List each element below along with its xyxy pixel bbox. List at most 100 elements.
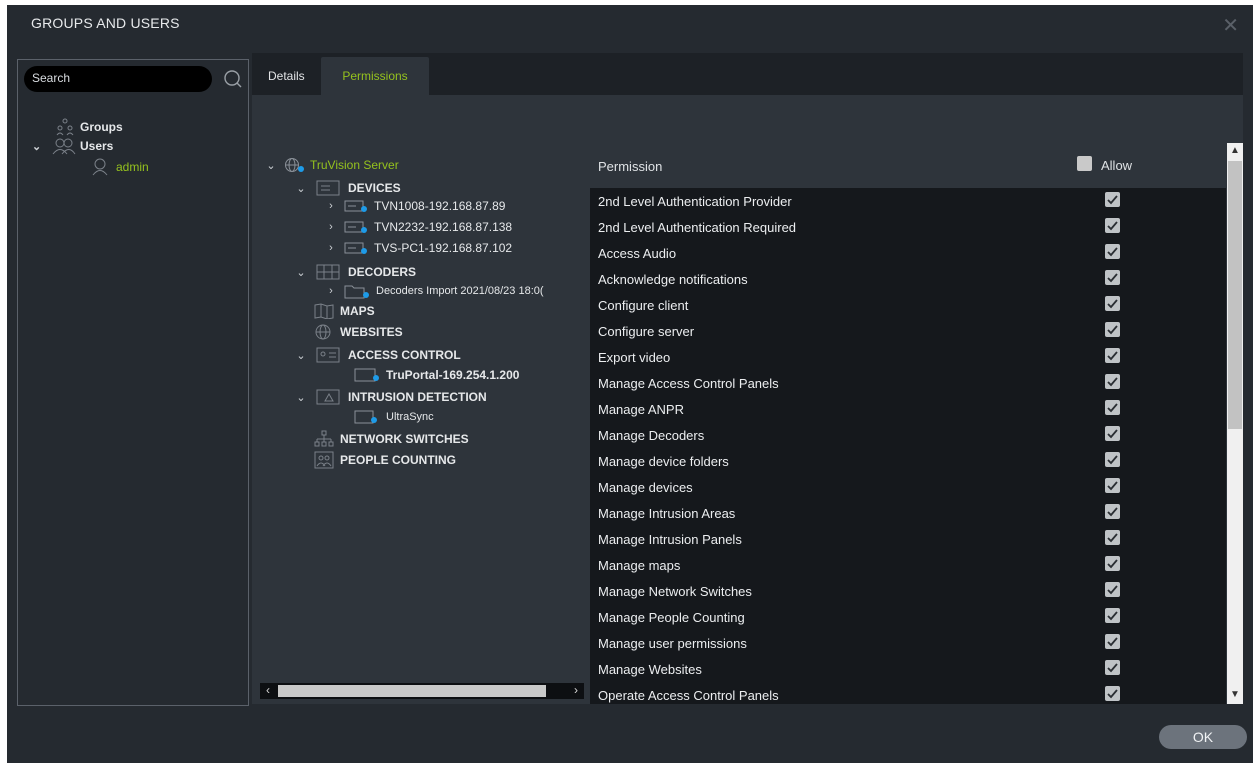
- table-vertical-scrollbar[interactable]: ▲ ▼: [1227, 143, 1243, 704]
- permission-name: Access Audio: [598, 246, 677, 261]
- tree-node-devices[interactable]: ⌄ DEVICES: [294, 179, 401, 197]
- tree-node-decoder-import[interactable]: › Decoders Import 2021/08/23 18:0(: [324, 283, 544, 299]
- ok-button[interactable]: OK: [1159, 725, 1247, 749]
- tree-item-groups[interactable]: Groups: [56, 118, 123, 136]
- table-row: Manage Intrusion Panels: [590, 526, 1226, 552]
- allow-checkbox[interactable]: [1105, 218, 1120, 233]
- groups-and-users-dialog: GROUPS AND USERS ✕ Search Groups ⌄ Users…: [7, 5, 1253, 763]
- tab-permissions[interactable]: Permissions: [321, 57, 429, 95]
- tree-node-network-switches[interactable]: NETWORK SWITCHES: [314, 430, 469, 448]
- tree-node-decoders[interactable]: ⌄ DECODERS: [294, 263, 416, 281]
- devices-folder-icon: [316, 180, 340, 196]
- allow-checkbox[interactable]: [1105, 686, 1120, 701]
- tree-node-ultrasync[interactable]: UltraSync: [354, 409, 434, 425]
- permission-name: Operate Access Control Panels: [598, 688, 779, 703]
- scrollbar-thumb[interactable]: [1228, 161, 1242, 429]
- tree-node-access-control[interactable]: ⌄ ACCESS CONTROL: [294, 346, 461, 364]
- server-label: TruVision Server: [310, 158, 399, 172]
- table-row: Configure client: [590, 292, 1226, 318]
- users-groups-panel: Search Groups ⌄ Users admin: [17, 59, 249, 706]
- tree-node-websites[interactable]: WEBSITES: [314, 324, 403, 340]
- allow-checkbox[interactable]: [1105, 478, 1120, 493]
- scroll-down-icon[interactable]: ▼: [1227, 689, 1243, 700]
- intrusion-label: INTRUSION DETECTION: [348, 390, 487, 404]
- tab-details[interactable]: Details: [252, 57, 321, 95]
- table-header: Permission Allow: [590, 143, 1226, 187]
- chevron-down-icon[interactable]: ⌄: [294, 391, 308, 404]
- users-icon: [52, 138, 76, 155]
- allow-checkbox[interactable]: [1105, 504, 1120, 519]
- chevron-down-icon[interactable]: ⌄: [294, 182, 308, 195]
- scroll-right-icon[interactable]: ›: [568, 683, 584, 697]
- table-row: Access Audio: [590, 240, 1226, 266]
- permission-name: Manage Websites: [598, 662, 702, 677]
- tree-node-device-2[interactable]: › TVN2232-192.168.87.138: [324, 220, 512, 234]
- allow-checkbox[interactable]: [1105, 556, 1120, 571]
- allow-checkbox[interactable]: [1105, 296, 1120, 311]
- tree-item-users[interactable]: ⌄ Users: [32, 137, 113, 155]
- permission-name: Manage Access Control Panels: [598, 376, 779, 391]
- search-input[interactable]: Search: [24, 66, 212, 92]
- check-icon: [1107, 533, 1118, 543]
- table-row: Export video: [590, 344, 1226, 370]
- allow-checkbox[interactable]: [1105, 660, 1120, 675]
- check-icon: [1107, 403, 1118, 413]
- allow-checkbox[interactable]: [1105, 244, 1120, 259]
- groups-label: Groups: [80, 120, 123, 134]
- permission-name: Manage Intrusion Panels: [598, 532, 742, 547]
- user-icon: [92, 158, 108, 176]
- permission-name: Manage user permissions: [598, 636, 747, 651]
- check-icon: [1107, 559, 1118, 569]
- table-row: Manage Access Control Panels: [590, 370, 1226, 396]
- allow-checkbox[interactable]: [1105, 374, 1120, 389]
- tree-node-device-3[interactable]: › TVS-PC1-192.168.87.102: [324, 241, 512, 255]
- chevron-right-icon[interactable]: ›: [324, 242, 338, 254]
- allow-checkbox[interactable]: [1105, 530, 1120, 545]
- tree-node-truportal[interactable]: TruPortal-169.254.1.200: [354, 367, 519, 383]
- tree-node-maps[interactable]: MAPS: [314, 303, 375, 319]
- maps-label: MAPS: [340, 304, 375, 318]
- allow-checkbox[interactable]: [1105, 322, 1120, 337]
- check-icon: [1107, 429, 1118, 439]
- allow-checkbox[interactable]: [1105, 192, 1120, 207]
- permission-name: 2nd Level Authentication Required: [598, 220, 797, 235]
- chevron-right-icon[interactable]: ›: [324, 221, 338, 233]
- tree-node-server[interactable]: ⌄ TruVision Server: [264, 157, 399, 173]
- tree-node-people-counting[interactable]: PEOPLE COUNTING: [314, 451, 456, 469]
- tab-bar: Details Permissions: [252, 53, 1243, 95]
- chevron-right-icon[interactable]: ›: [324, 200, 338, 212]
- network-switch-icon: [314, 430, 334, 447]
- permission-name: Manage maps: [598, 558, 681, 573]
- truportal-label: TruPortal-169.254.1.200: [386, 368, 520, 382]
- tree-node-device-1[interactable]: › TVN1008-192.168.87.89: [324, 199, 505, 213]
- check-icon: [1107, 689, 1118, 699]
- chevron-down-icon[interactable]: ⌄: [294, 349, 308, 362]
- search-icon[interactable]: [223, 69, 243, 89]
- users-label: Users: [80, 139, 114, 153]
- allow-all-checkbox[interactable]: [1077, 156, 1092, 171]
- globe-icon: [315, 324, 331, 340]
- allow-checkbox[interactable]: [1105, 608, 1120, 623]
- allow-checkbox[interactable]: [1105, 400, 1120, 415]
- tree-item-admin[interactable]: admin: [92, 158, 149, 176]
- allow-checkbox[interactable]: [1105, 426, 1120, 441]
- check-icon: [1107, 195, 1118, 205]
- allow-checkbox[interactable]: [1105, 452, 1120, 467]
- allow-checkbox[interactable]: [1105, 270, 1120, 285]
- allow-checkbox[interactable]: [1105, 348, 1120, 363]
- chevron-down-icon[interactable]: ⌄: [264, 159, 278, 172]
- recorder-icon: [344, 200, 367, 212]
- allow-checkbox[interactable]: [1105, 582, 1120, 597]
- chevron-right-icon[interactable]: ›: [324, 285, 338, 297]
- close-icon[interactable]: ✕: [1222, 13, 1239, 38]
- check-icon: [1107, 221, 1118, 231]
- decoders-grid-icon: [316, 264, 340, 280]
- chevron-down-icon[interactable]: ⌄: [294, 266, 308, 279]
- scroll-left-icon[interactable]: ‹: [260, 683, 276, 697]
- tree-horizontal-scrollbar[interactable]: ‹ ›: [260, 683, 584, 699]
- scrollbar-thumb[interactable]: [278, 685, 546, 697]
- chevron-down-icon[interactable]: ⌄: [32, 140, 46, 153]
- scroll-up-icon[interactable]: ▲: [1227, 145, 1243, 156]
- allow-checkbox[interactable]: [1105, 634, 1120, 649]
- tree-node-intrusion[interactable]: ⌄ INTRUSION DETECTION: [294, 388, 487, 406]
